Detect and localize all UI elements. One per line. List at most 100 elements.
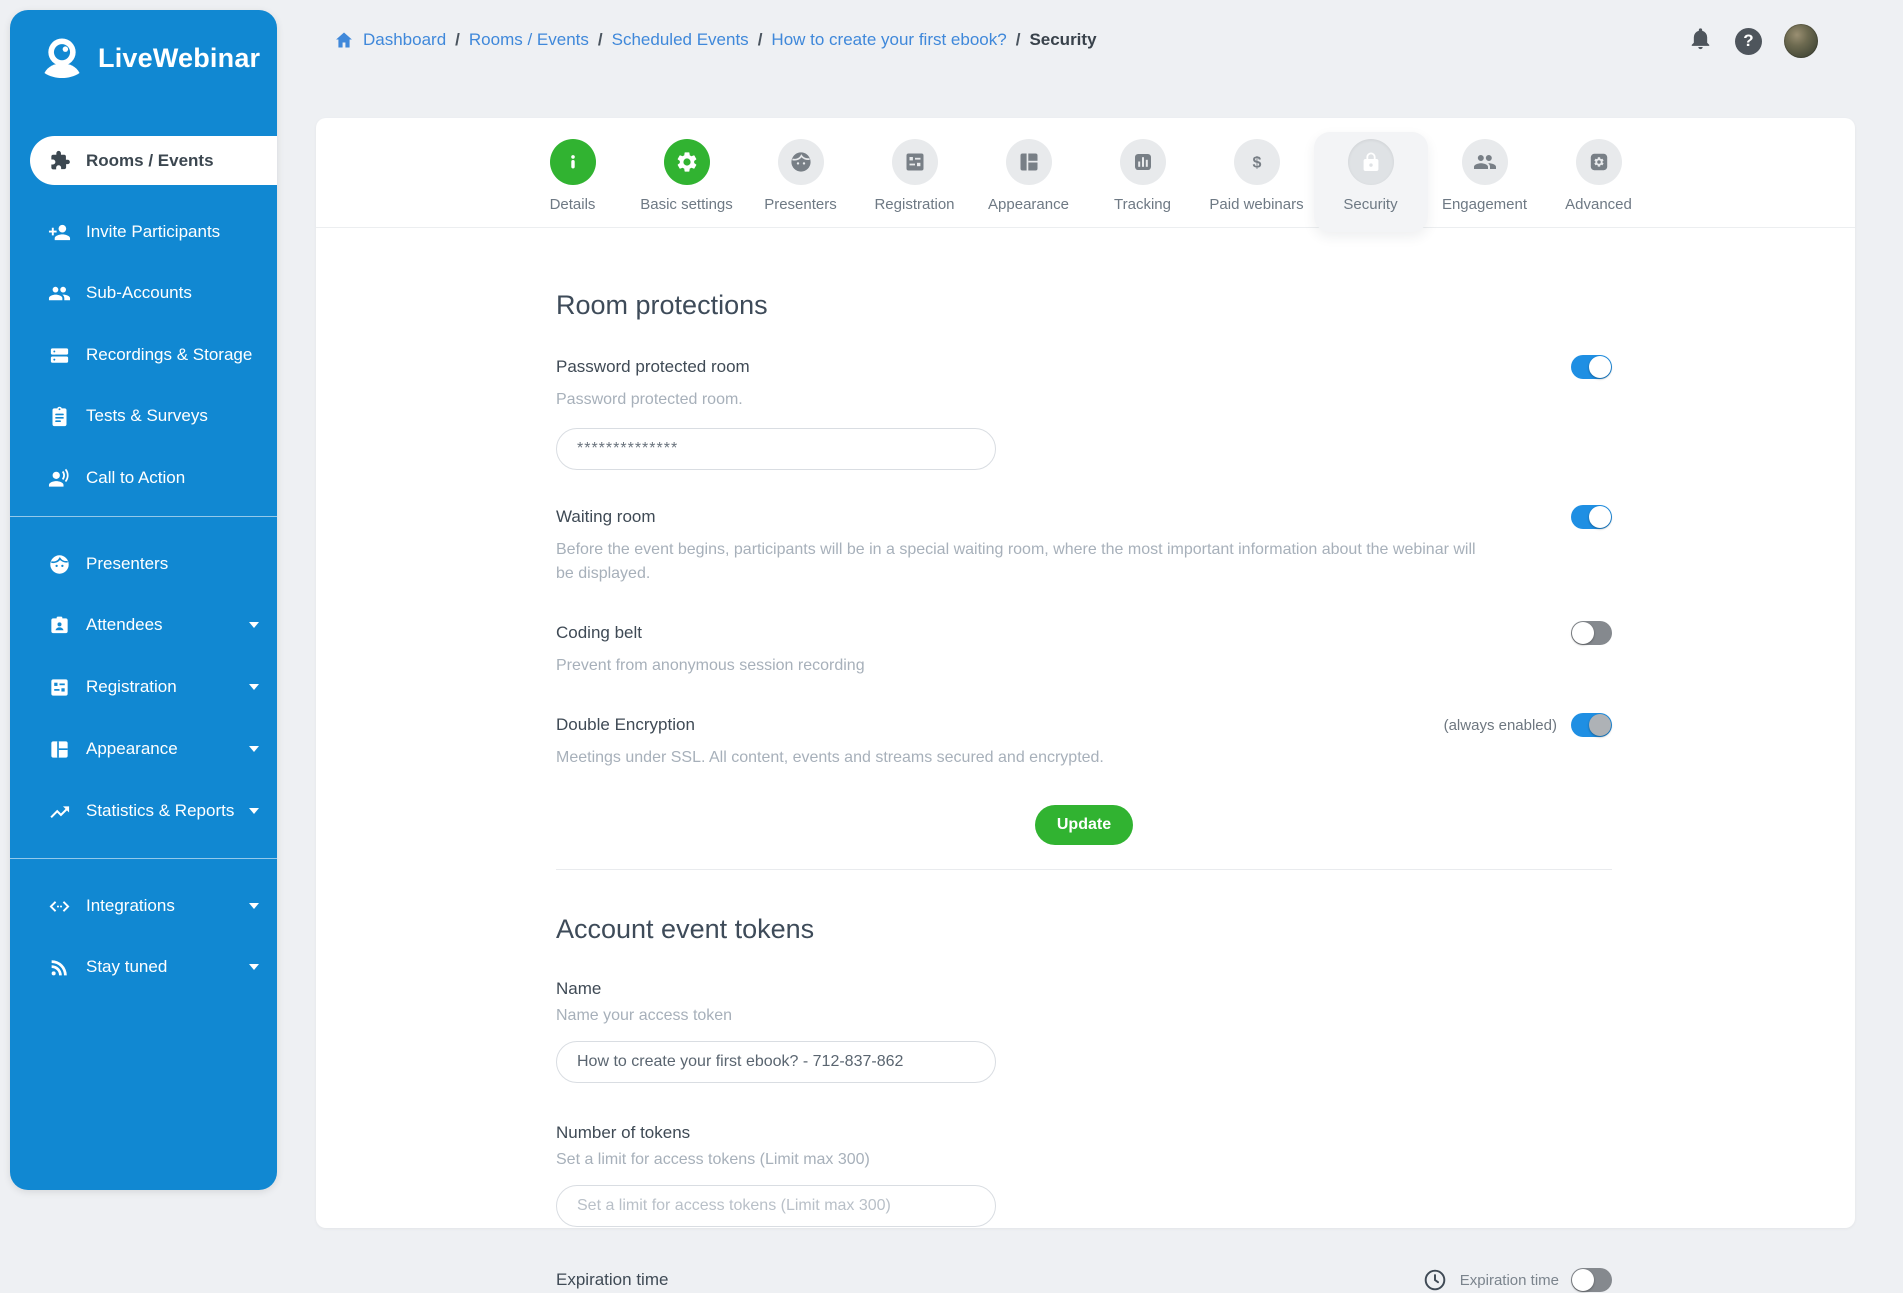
- sidebar-item-label: Stay tuned: [86, 957, 167, 977]
- tab-advanced[interactable]: Advanced: [1542, 132, 1656, 213]
- breadcrumb-link-rooms-events[interactable]: Rooms / Events: [469, 30, 589, 50]
- setting-label: Double Encryption: [556, 715, 695, 735]
- sidebar-item-registration[interactable]: Registration: [22, 665, 277, 709]
- dollar-icon: $: [1245, 150, 1269, 174]
- setting-description: Before the event begins, participants wi…: [556, 538, 1491, 586]
- svg-text:$: $: [1252, 155, 1261, 172]
- brand-name: LiveWebinar: [98, 43, 260, 74]
- sidebar-item-label: Sub-Accounts: [86, 283, 192, 303]
- password-protected-toggle[interactable]: [1571, 355, 1612, 379]
- settings-card: Details Basic settings Presenters Regist…: [316, 118, 1855, 1228]
- breadcrumb-link-dashboard[interactable]: Dashboard: [363, 30, 446, 50]
- sidebar-item-label: Call to Action: [86, 468, 185, 488]
- section-title-room-protections: Room protections: [556, 290, 1612, 321]
- expiration-time-toggle[interactable]: [1571, 1268, 1612, 1292]
- sidebar-item-invite-participants[interactable]: Invite Participants: [22, 210, 277, 254]
- notifications-button[interactable]: [1688, 26, 1713, 56]
- tab-paid-webinars[interactable]: $ Paid webinars: [1200, 132, 1314, 213]
- update-button[interactable]: Update: [1035, 805, 1133, 845]
- sidebar-item-label: Appearance: [86, 739, 178, 759]
- form-icon: [48, 676, 71, 699]
- sidebar-item-integrations[interactable]: Integrations: [22, 884, 277, 928]
- people-icon: [1473, 150, 1497, 174]
- field-label: Name: [556, 979, 1612, 999]
- info-icon: [561, 150, 585, 174]
- chevron-down-icon: [249, 964, 259, 970]
- sidebar-item-tests-surveys[interactable]: Tests & Surveys: [22, 394, 277, 438]
- brand-logo[interactable]: LiveWebinar: [36, 32, 260, 84]
- bell-icon: [1688, 26, 1713, 51]
- sidebar-item-sub-accounts[interactable]: Sub-Accounts: [22, 271, 277, 315]
- sidebar-item-presenters[interactable]: Presenters: [22, 542, 277, 586]
- sidebar-item-label: Recordings & Storage: [86, 345, 252, 365]
- breadcrumb-link-event[interactable]: How to create your first ebook?: [771, 30, 1006, 50]
- setting-coding-belt: Coding belt Prevent from anonymous sessi…: [556, 621, 1612, 678]
- sidebar-item-recordings-storage[interactable]: Recordings & Storage: [22, 333, 277, 377]
- security-content: Room protections Password protected room…: [316, 228, 1612, 1293]
- form-icon: [903, 150, 927, 174]
- double-encryption-toggle: [1571, 713, 1612, 737]
- clipboard-icon: [48, 405, 71, 428]
- section-title-account-event-tokens: Account event tokens: [556, 914, 1612, 945]
- breadcrumb-link-scheduled-events[interactable]: Scheduled Events: [612, 30, 749, 50]
- setting-label: Waiting room: [556, 507, 656, 527]
- tab-tracking[interactable]: Tracking: [1086, 132, 1200, 213]
- tab-details[interactable]: Details: [516, 132, 630, 213]
- field-token-limit: Number of tokens Set a limit for access …: [556, 1123, 1612, 1227]
- chevron-down-icon: [249, 622, 259, 628]
- chevron-down-icon: [249, 746, 259, 752]
- sidebar-item-stay-tuned[interactable]: Stay tuned: [22, 945, 277, 989]
- breadcrumb-separator: /: [1016, 30, 1021, 50]
- token-name-input[interactable]: [556, 1041, 996, 1083]
- setting-waiting-room: Waiting room Before the event begins, pa…: [556, 505, 1612, 586]
- sidebar-item-label: Statistics & Reports: [86, 801, 234, 821]
- help-button[interactable]: ?: [1735, 28, 1762, 55]
- tab-engagement[interactable]: Engagement: [1428, 132, 1542, 213]
- livewebinar-app: LiveWebinar Rooms / Events Invite Partic…: [0, 0, 1903, 1200]
- sidebar-item-attendees[interactable]: Attendees: [22, 603, 277, 647]
- field-hint: Set a limit for access tokens (Limit max…: [556, 1151, 1612, 1169]
- sidebar-item-label: Invite Participants: [86, 222, 220, 242]
- home-icon[interactable]: [334, 30, 354, 50]
- tab-security[interactable]: Security: [1314, 132, 1428, 232]
- webcam-icon: [36, 32, 88, 84]
- breadcrumb-separator: /: [455, 30, 460, 50]
- always-enabled-note: (always enabled): [1444, 717, 1557, 734]
- trend-up-icon: [48, 800, 71, 823]
- breadcrumb-current: Security: [1029, 30, 1096, 50]
- tab-registration[interactable]: Registration: [858, 132, 972, 213]
- sidebar-divider: [10, 516, 277, 517]
- tab-appearance[interactable]: Appearance: [972, 132, 1086, 213]
- sidebar-item-call-to-action[interactable]: Call to Action: [22, 456, 277, 500]
- setting-label: Password protected room: [556, 357, 750, 377]
- tab-presenters[interactable]: Presenters: [744, 132, 858, 213]
- code-icon: [48, 895, 71, 918]
- question-mark-icon: ?: [1743, 31, 1753, 51]
- lock-icon: [1359, 150, 1383, 174]
- breadcrumb-separator: /: [598, 30, 603, 50]
- sidebar-item-label: Registration: [86, 677, 177, 697]
- room-password-input[interactable]: [556, 428, 996, 470]
- breadcrumb: Dashboard / Rooms / Events / Scheduled E…: [334, 30, 1097, 50]
- tab-basic-settings[interactable]: Basic settings: [630, 132, 744, 213]
- sidebar-item-label: Tests & Surveys: [86, 406, 208, 426]
- setting-password-protected-room: Password protected room Password protect…: [556, 355, 1612, 470]
- sidebar-item-appearance[interactable]: Appearance: [22, 727, 277, 771]
- field-label: Number of tokens: [556, 1123, 1612, 1143]
- sidebar-item-rooms-events[interactable]: Rooms / Events: [30, 136, 277, 185]
- sidebar-item-statistics-reports[interactable]: Statistics & Reports: [22, 789, 277, 833]
- coding-belt-toggle[interactable]: [1571, 621, 1612, 645]
- update-row: Update: [556, 805, 1612, 845]
- chevron-down-icon: [249, 808, 259, 814]
- sidebar-item-label: Presenters: [86, 554, 168, 574]
- layout-icon: [1017, 150, 1041, 174]
- field-label: Expiration time: [556, 1270, 668, 1290]
- token-limit-input[interactable]: [556, 1185, 996, 1227]
- setting-double-encryption: Double Encryption (always enabled) Meeti…: [556, 713, 1612, 770]
- chevron-down-icon: [249, 684, 259, 690]
- face-icon: [48, 553, 71, 576]
- user-avatar[interactable]: [1784, 24, 1818, 58]
- waiting-room-toggle[interactable]: [1571, 505, 1612, 529]
- badge-icon: [48, 614, 71, 637]
- setting-label: Coding belt: [556, 623, 642, 643]
